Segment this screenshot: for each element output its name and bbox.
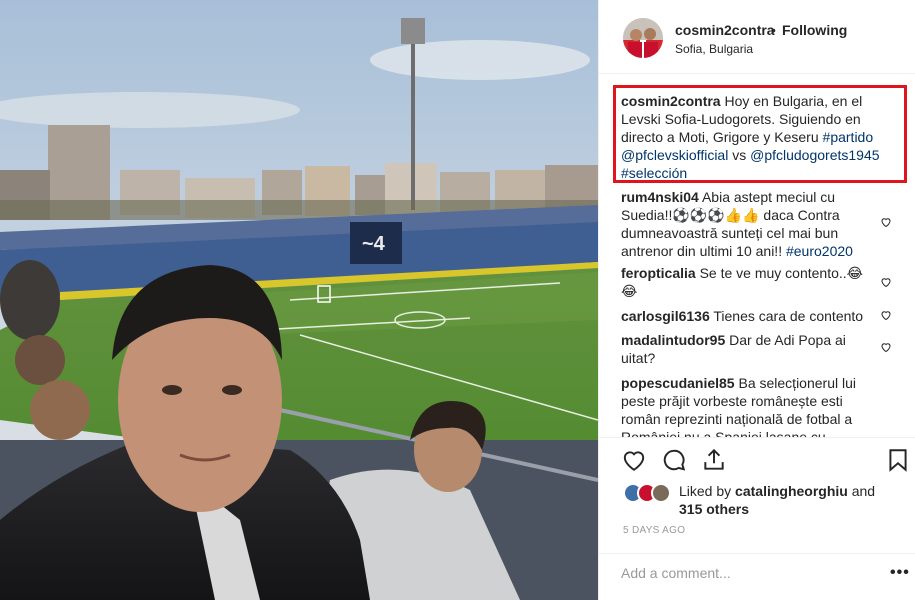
comment-item: popescudaniel85 Ba selecționerul lui pes…	[621, 374, 891, 437]
liked-by-conj: and	[851, 483, 876, 499]
comment-item: madalintudor95 Dar de Adi Popa ai uitat?	[621, 331, 891, 367]
comment-item: feropticalia Se te ve muy contento..😂 😂	[621, 264, 891, 300]
hashtag-link[interactable]: #euro2020	[786, 243, 853, 259]
caption-text-line: Hoy en Bulgaria, en el	[724, 93, 863, 109]
header-separator: •	[771, 22, 776, 38]
comment-username-link[interactable]: carlosgil6136	[621, 308, 710, 324]
add-comment-bar: •••	[599, 553, 915, 600]
more-options-icon[interactable]: •••	[890, 564, 910, 582]
author-avatar-image	[623, 18, 663, 58]
comment-item: carlosgil6136 Tienes cara de contento	[621, 307, 891, 325]
small-heart-icon[interactable]	[880, 276, 892, 288]
mention-link[interactable]: @pfclevskiofficial	[621, 147, 728, 163]
comment-text: antrenor din ultimi 10 ani!!	[621, 243, 783, 259]
comment-text: Tienes cara de contento	[713, 308, 864, 324]
comment-text: Abia astept meciul cu	[701, 189, 836, 205]
comment-text: român reprezinti națională de fotbal a	[621, 411, 853, 427]
small-heart-icon[interactable]	[880, 341, 892, 353]
liked-by-prefix: Liked by	[679, 483, 732, 499]
comment-text: Ba selecționerul lui	[738, 375, 856, 391]
small-heart-icon[interactable]	[880, 309, 892, 321]
mention-link[interactable]: @pfcludogorets1945	[750, 147, 879, 163]
comment-item: rum4nski04 Abia astept meciul cu Suedia!…	[621, 188, 891, 260]
caption-text-line: directo a Moti, Grigore y Keseru	[621, 129, 819, 145]
comment-text: Dar de Adi Popa ai	[729, 332, 846, 348]
stadium-selfie-image: ~4	[0, 0, 598, 600]
liked-by-avatars[interactable]	[623, 483, 683, 503]
location-link[interactable]: Sofia, Bulgaria	[675, 42, 753, 56]
speech-bubble-icon[interactable]	[661, 447, 687, 473]
bookmark-icon[interactable]	[885, 447, 911, 473]
post-photo[interactable]: ~4	[0, 0, 598, 600]
comment-text: Se te ve muy contento..😂	[699, 265, 864, 281]
add-comment-input[interactable]	[621, 562, 861, 584]
share-upload-icon[interactable]	[701, 447, 727, 473]
comment-text: dumneavoastră sunteți cel mai bun	[621, 225, 839, 241]
author-avatar[interactable]	[623, 18, 663, 58]
caption: cosmin2contra Hoy en Bulgaria, en el Lev…	[621, 92, 891, 182]
following-button[interactable]: Following	[782, 22, 847, 38]
comment-text: uitat?	[621, 350, 656, 366]
hashtag-link[interactable]: #selección	[621, 165, 687, 181]
comment-username-link[interactable]: popescudaniel85	[621, 375, 735, 391]
comment-username-link[interactable]: madalintudor95	[621, 332, 725, 348]
comment-username-link[interactable]: rum4nski04	[621, 189, 699, 205]
avatar	[651, 483, 671, 503]
comment-text: României nu a Spaniei lasane cu	[621, 429, 826, 437]
comment-text: Suedia!!⚽⚽⚽👍👍 daca Contra	[621, 207, 840, 223]
comment-text: 😂	[621, 283, 638, 299]
caption-username-link[interactable]: cosmin2contra	[621, 93, 721, 109]
post-header: cosmin2contra • Following Sofia, Bulgari…	[599, 0, 915, 74]
svg-text:~4: ~4	[362, 233, 386, 255]
heart-outline-icon[interactable]	[621, 447, 647, 473]
post-timestamp[interactable]: 5 DAYS AGO	[623, 525, 685, 536]
caption-text-line: Levski Sofia-Ludogorets. Siguiendo en	[621, 111, 861, 127]
author-username-link[interactable]: cosmin2contra	[675, 22, 775, 38]
liked-by-user-link[interactable]: catalingheorghiu	[735, 483, 848, 499]
small-heart-icon[interactable]	[880, 216, 892, 228]
hashtag-link[interactable]: #partido	[823, 129, 874, 145]
liked-by-others-link[interactable]: 315 others	[679, 501, 749, 517]
post-details-panel: cosmin2contra • Following Sofia, Bulgari…	[598, 0, 915, 600]
post-actions: Liked by catalingheorghiu and 315 others…	[599, 437, 915, 565]
comment-text: peste prăjit vorbeste românește esti	[621, 393, 843, 409]
comment-username-link[interactable]: feropticalia	[621, 265, 696, 281]
caption-text-line: vs	[732, 147, 747, 163]
comments-list[interactable]: cosmin2contra Hoy en Bulgaria, en el Lev…	[599, 75, 915, 437]
liked-by-text: Liked by catalingheorghiu and 315 others	[679, 482, 899, 518]
